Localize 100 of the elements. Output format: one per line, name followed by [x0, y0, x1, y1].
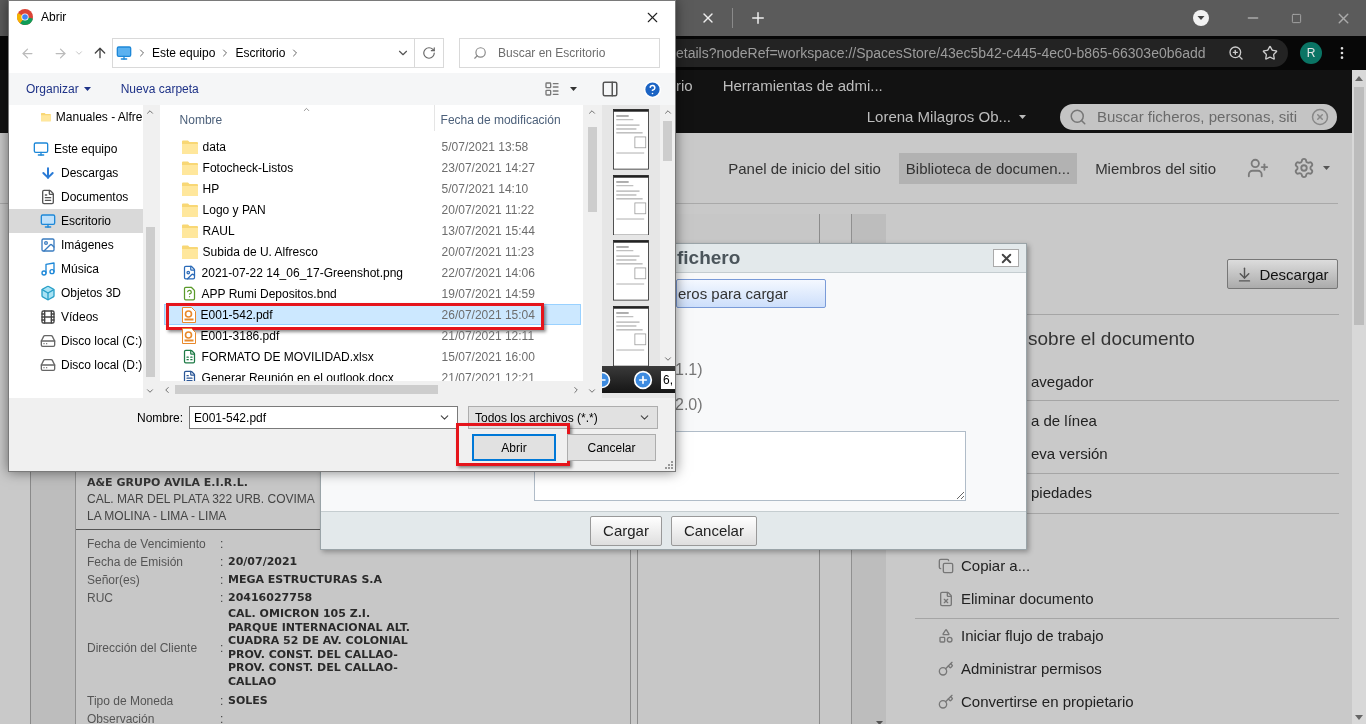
file-row[interactable]: E001-3186.pdf 21/07/2021 12:11 — [163, 325, 581, 346]
scroll-down-icon[interactable] — [587, 386, 598, 396]
nav-item[interactable]: Disco local (D:) — [9, 353, 143, 377]
zoom-in-icon[interactable] — [633, 369, 653, 390]
site-nav-link[interactable]: Panel de inicio del sitio — [721, 152, 888, 184]
filename-field[interactable]: E001-542.pdf — [189, 406, 458, 429]
file-row[interactable]: Generar Reunión en el outlook.docx 21/07/2021 12:21 — [163, 367, 581, 381]
clear-icon[interactable] — [1311, 107, 1329, 126]
file-row[interactable]: HP 5/07/2021 14:10 — [163, 178, 581, 199]
search-field[interactable]: Buscar ficheros, personas, siti — [1060, 103, 1337, 130]
profile-avatar[interactable]: R — [1300, 42, 1322, 64]
forward-icon[interactable] — [53, 45, 68, 61]
action-link[interactable]: Copiar a... — [915, 549, 1339, 582]
file-row[interactable]: data 5/07/2021 13:58 — [163, 136, 581, 157]
breadcrumb-item[interactable]: Este equipo — [148, 46, 220, 60]
nav-item[interactable]: Descargas — [9, 161, 143, 185]
zoom-field[interactable]: 6, — [661, 370, 675, 389]
action-link[interactable]: Eliminar documento — [915, 582, 1339, 615]
action-link[interactable]: Convertirse en propietario — [915, 685, 1339, 718]
file-row[interactable]: Fotocheck-Listos 23/07/2021 14:27 — [163, 157, 581, 178]
nav-item[interactable]: Documentos — [9, 185, 143, 209]
key-icon — [938, 693, 954, 710]
scroll-up-icon[interactable] — [587, 107, 598, 117]
cancel-button[interactable]: Cancelar — [567, 434, 656, 461]
download-button[interactable]: Descargar — [1227, 259, 1338, 289]
nav-item[interactable]: Este equipo — [9, 137, 143, 161]
refresh-icon[interactable] — [422, 46, 436, 60]
search-icon — [473, 46, 487, 60]
nav-item[interactable]: Música — [9, 257, 143, 281]
scrollbar-thumb[interactable] — [1354, 87, 1364, 325]
section-heading: sobre el documento — [1027, 327, 1196, 351]
close-button[interactable] — [993, 249, 1019, 267]
header-menu-item[interactable]: rio — [676, 76, 693, 94]
copy-icon — [938, 557, 954, 574]
caret-icon — [83, 87, 91, 91]
pdf-file-icon — [181, 327, 196, 344]
action-link[interactable]: Iniciar flujo de trabajo — [915, 619, 1339, 652]
view-icon[interactable] — [544, 81, 560, 97]
scroll-down-icon[interactable] — [145, 386, 156, 396]
column-header[interactable]: Nombre — [159, 105, 435, 131]
folder-icon — [181, 160, 198, 175]
nav-item[interactable]: Manuales - Alfre — [9, 105, 143, 129]
nav-item[interactable]: Imágenes — [9, 233, 143, 257]
resize-grip-icon[interactable] — [665, 461, 673, 469]
back-icon[interactable] — [20, 45, 35, 61]
preview-pane-icon[interactable] — [601, 80, 619, 98]
scrollbar-thumb[interactable] — [587, 127, 597, 212]
open-button[interactable]: Abrir — [472, 434, 556, 461]
nav-item[interactable]: Disco local (C:) — [9, 329, 143, 353]
new-folder-button[interactable]: Nueva carpeta — [120, 82, 199, 96]
scroll-up-icon[interactable] — [1355, 76, 1363, 81]
header-menu-item[interactable]: Herramientas de admi... — [722, 76, 883, 94]
address-bar[interactable]: etails?nodeRef=workspace://SpacesStore/43ec5b42-c445-4ec0-b865-66303e0b6add — [676, 39, 1288, 67]
computer-icon — [33, 141, 49, 157]
field-separator: : — [220, 711, 225, 724]
file-row[interactable]: E001-542.pdf 26/07/2021 15:04 — [163, 304, 581, 325]
nav-item[interactable]: Objetos 3D — [9, 281, 143, 305]
help-icon[interactable] — [643, 79, 662, 99]
file-row[interactable]: Logo y PAN 20/07/2021 11:22 — [163, 199, 581, 220]
column-header[interactable]: Fecha de modificación — [434, 105, 583, 131]
file-type-select[interactable]: Todos los archivos (*.*) — [468, 406, 658, 429]
file-row[interactable]: FORMATO DE MOVILIDAD.xlsx 15/07/2021 16:00 — [163, 346, 581, 367]
zoom-icon[interactable] — [1228, 45, 1244, 61]
site-nav-link[interactable]: Miembros del sitio — [1088, 152, 1223, 184]
select-files-button[interactable]: eros para cargar — [676, 279, 826, 308]
add-user-icon[interactable] — [1247, 157, 1269, 179]
site-nav-link[interactable]: Biblioteca de documen... — [898, 152, 1078, 184]
scrollbar-thumb[interactable] — [174, 385, 438, 394]
search-field[interactable]: Buscar en Escritorio — [459, 38, 660, 68]
user-menu[interactable]: Lorena Milagros Ob... — [866, 108, 1026, 125]
scrollbar-thumb[interactable] — [145, 227, 155, 377]
field-value: MEGA ESTRUCTURAS S.A — [228, 572, 384, 588]
scrollbar-thumb[interactable] — [663, 121, 672, 161]
star-icon[interactable] — [1262, 45, 1278, 61]
field-value: SOLES — [228, 693, 269, 709]
file-row[interactable]: Subida de U. Alfresco 20/07/2021 11:23 — [163, 241, 581, 262]
organize-button[interactable]: Organizar — [26, 82, 91, 96]
maximize-icon[interactable] — [1291, 12, 1302, 24]
file-row[interactable]: RAUL 13/07/2021 15:44 — [163, 220, 581, 241]
document-icon — [40, 189, 56, 205]
new-tab-icon[interactable] — [749, 9, 767, 27]
scroll-up-icon[interactable] — [145, 107, 156, 117]
action-link[interactable]: Administrar permisos — [915, 652, 1339, 685]
caret-circle-icon[interactable] — [1193, 10, 1209, 26]
chevron-down-icon[interactable] — [74, 48, 84, 58]
file-row[interactable]: APP Rumi Depositos.bnd 19/07/2021 14:59 — [163, 283, 581, 304]
breadcrumb-item[interactable]: Escritorio — [231, 46, 290, 60]
nav-item[interactable]: Vídeos — [9, 305, 143, 329]
up-icon[interactable] — [92, 45, 108, 61]
scroll-up-icon[interactable] — [662, 107, 673, 117]
pdf-file-icon — [181, 306, 196, 323]
settings-icon[interactable] — [1293, 157, 1315, 179]
nav-item[interactable]: Escritorio — [9, 209, 143, 233]
scroll-down-icon[interactable] — [662, 354, 673, 364]
cancel-button[interactable]: Cancelar — [670, 515, 757, 546]
address-field[interactable]: Este equipo Escritorio — [112, 38, 444, 68]
upload-button[interactable]: Cargar — [590, 515, 662, 546]
file-row[interactable]: 2021-07-22 14_06_17-Greenshot.png 22/07/2021 14:06 — [163, 262, 581, 283]
sort-icon — [302, 105, 312, 114]
scroll-down-icon[interactable] — [1355, 715, 1363, 720]
